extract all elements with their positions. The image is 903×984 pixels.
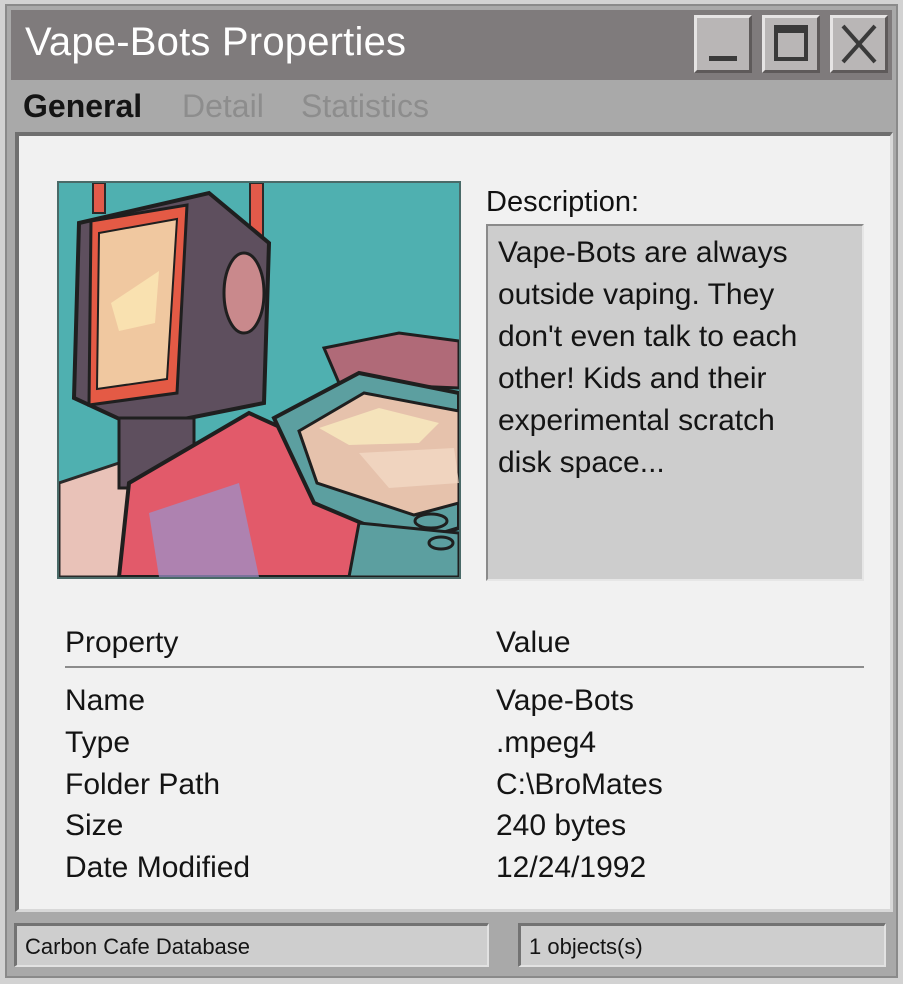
- property-key: Size: [65, 809, 124, 842]
- property-row-name: Name Vape-Bots: [65, 684, 865, 726]
- description-text[interactable]: Vape-Bots are always outside vaping. The…: [486, 224, 864, 581]
- status-bar-left: Carbon Cafe Database: [14, 923, 489, 967]
- properties-window: Vape-Bots Properties General Detail Stat…: [5, 4, 898, 978]
- close-button[interactable]: [830, 15, 888, 73]
- description-line: Vape-Bots are always: [498, 236, 788, 269]
- property-value: Vape-Bots: [496, 684, 634, 717]
- maximize-icon: [774, 25, 808, 61]
- property-row-folder-path: Folder Path C:\BroMates: [65, 768, 865, 810]
- tab-bar: General Detail Statistics: [11, 80, 892, 132]
- tab-general[interactable]: General: [23, 88, 142, 125]
- window-title: Vape-Bots Properties: [25, 20, 407, 64]
- property-row-date-modified: Date Modified 12/24/1992: [65, 851, 865, 893]
- property-value: C:\BroMates: [496, 768, 663, 801]
- close-icon: [841, 24, 877, 64]
- tab-statistics[interactable]: Statistics: [301, 88, 429, 125]
- property-key: Type: [65, 726, 131, 759]
- property-column-header: Property: [65, 626, 179, 659]
- description-line: experimental scratch: [498, 404, 775, 437]
- value-column-header: Value: [496, 626, 571, 659]
- tab-detail[interactable]: Detail: [182, 88, 264, 125]
- status-bar-right: 1 objects(s): [518, 923, 886, 967]
- minimize-icon: [709, 56, 737, 61]
- property-value: 12/24/1992: [496, 851, 647, 884]
- description-line: disk space...: [498, 446, 665, 479]
- property-key: Name: [65, 684, 146, 717]
- property-key: Date Modified: [65, 851, 251, 884]
- description-label: Description:: [486, 186, 640, 218]
- property-value: 240 bytes: [496, 809, 627, 842]
- description-line: don't even talk to each: [498, 320, 798, 353]
- preview-image: [57, 181, 461, 579]
- header-divider: [65, 666, 864, 668]
- robot-illustration: [59, 183, 459, 577]
- property-value: .mpeg4: [496, 726, 597, 759]
- property-key: Folder Path: [65, 768, 221, 801]
- title-bar[interactable]: Vape-Bots Properties: [11, 10, 892, 80]
- description-line: outside vaping. They: [498, 278, 775, 311]
- description-line: other! Kids and their: [498, 362, 767, 395]
- general-panel: Description: Vape-Bots are always outsid…: [15, 132, 893, 912]
- property-row-type: Type .mpeg4: [65, 726, 865, 768]
- minimize-button[interactable]: [694, 15, 752, 73]
- maximize-button[interactable]: [762, 15, 820, 73]
- property-row-size: Size 240 bytes: [65, 809, 865, 851]
